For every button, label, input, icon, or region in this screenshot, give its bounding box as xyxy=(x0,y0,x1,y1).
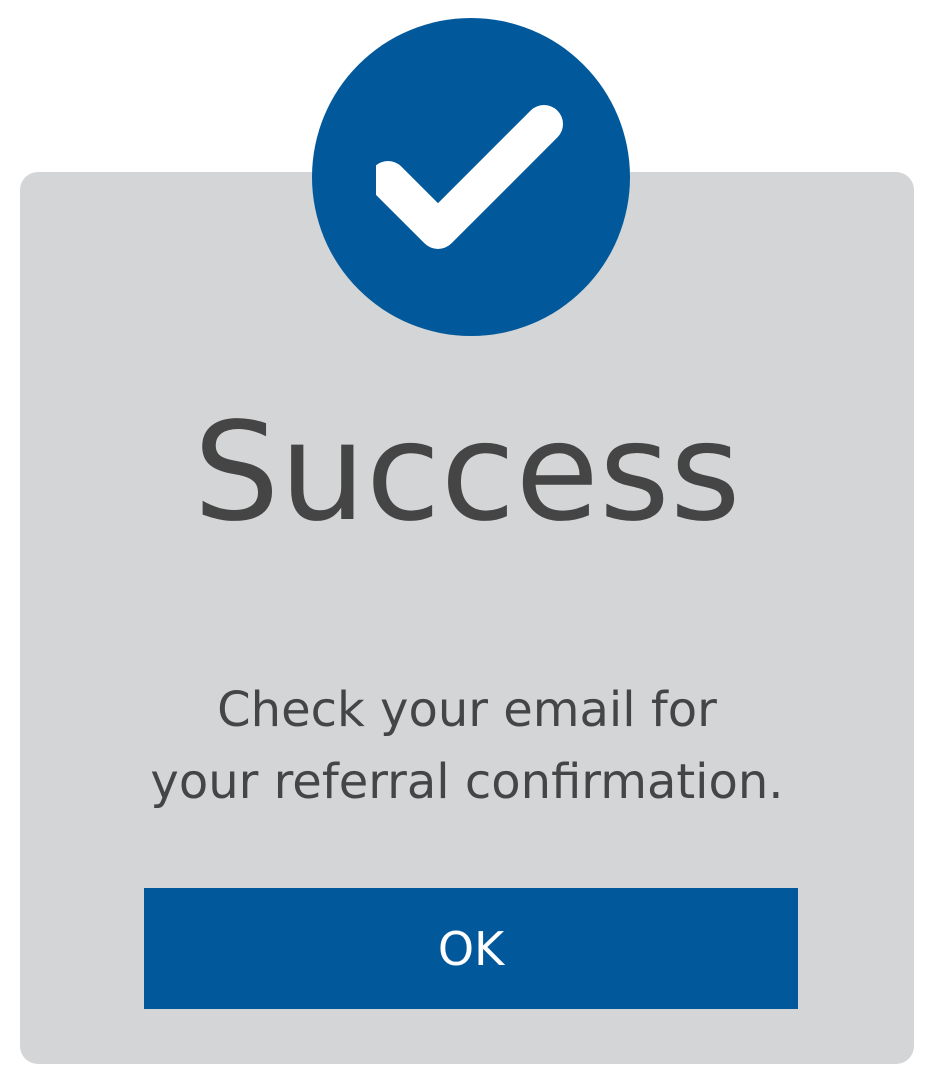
ok-button-label: OK xyxy=(437,921,505,976)
dialog-message: Check your email for your referral confi… xyxy=(0,674,934,818)
success-badge xyxy=(312,18,630,336)
checkmark-icon xyxy=(376,105,563,249)
ok-button[interactable]: OK xyxy=(144,888,798,1009)
dialog-title: Success xyxy=(193,394,741,552)
dialog-message-line-2: your referral confirmation. xyxy=(150,754,784,810)
dialog-message-line-1: Check your email for xyxy=(217,682,717,738)
